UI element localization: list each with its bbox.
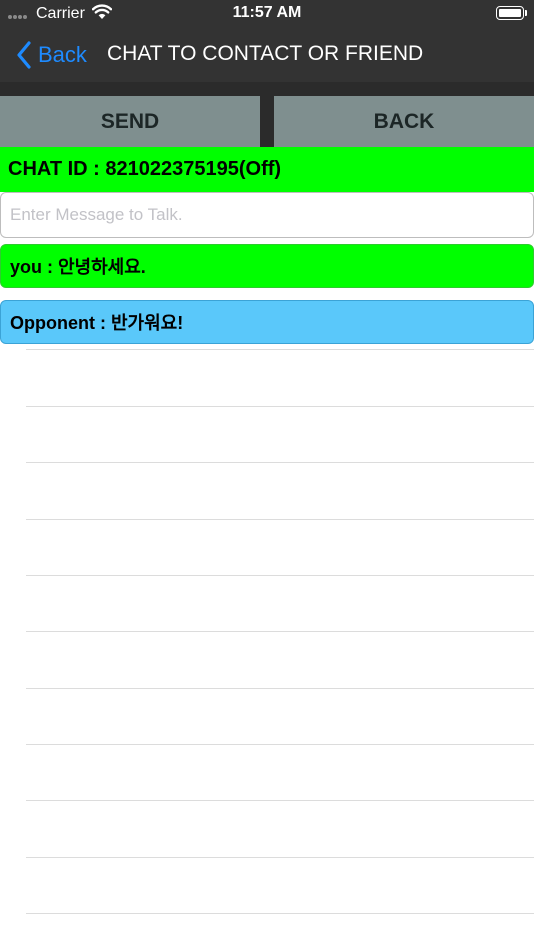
table-separator bbox=[26, 519, 534, 520]
battery-icon bbox=[496, 6, 524, 20]
nav-back-button[interactable]: Back bbox=[16, 40, 92, 70]
table-separator bbox=[26, 575, 534, 576]
table-separator bbox=[26, 913, 534, 914]
message-you-text: you : 안녕하세요. bbox=[10, 257, 146, 277]
table-separator bbox=[26, 744, 534, 745]
clock: 11:57 AM bbox=[232, 4, 302, 21]
chevron-left-icon bbox=[17, 41, 31, 69]
table-separator bbox=[26, 688, 534, 689]
page-title: CHAT TO CONTACT OR FRIEND bbox=[107, 42, 424, 65]
message-opponent[interactable]: Opponent : 반가워요! bbox=[0, 300, 534, 344]
chat-id-label: CHAT ID : 821022375195(Off) bbox=[8, 158, 282, 180]
toolbar-divider bbox=[0, 82, 534, 96]
table-separator bbox=[26, 349, 534, 350]
status-bar: Carrier 11:57 AM bbox=[0, 0, 534, 28]
chat-screen: Carrier 11:57 AM Back CHAT TO CONTACT OR… bbox=[0, 0, 534, 950]
nav-back-label: Back bbox=[38, 42, 87, 67]
send-button[interactable]: SEND bbox=[0, 96, 260, 147]
message-input[interactable] bbox=[0, 192, 534, 238]
chat-id-bar: CHAT ID : 821022375195(Off) bbox=[0, 147, 534, 192]
table-separator bbox=[26, 631, 534, 632]
message-opponent-text: Opponent : 반가워요! bbox=[10, 313, 184, 333]
table-separator bbox=[26, 406, 534, 407]
battery-tip bbox=[525, 10, 527, 16]
table-separator bbox=[26, 462, 534, 463]
table-separator bbox=[26, 800, 534, 801]
message-you[interactable]: you : 안녕하세요. bbox=[0, 244, 534, 288]
back-button[interactable]: BACK bbox=[274, 96, 534, 147]
table-separator bbox=[26, 857, 534, 858]
navigation-bar: Back CHAT TO CONTACT OR FRIEND bbox=[0, 28, 534, 82]
button-divider bbox=[260, 96, 274, 147]
